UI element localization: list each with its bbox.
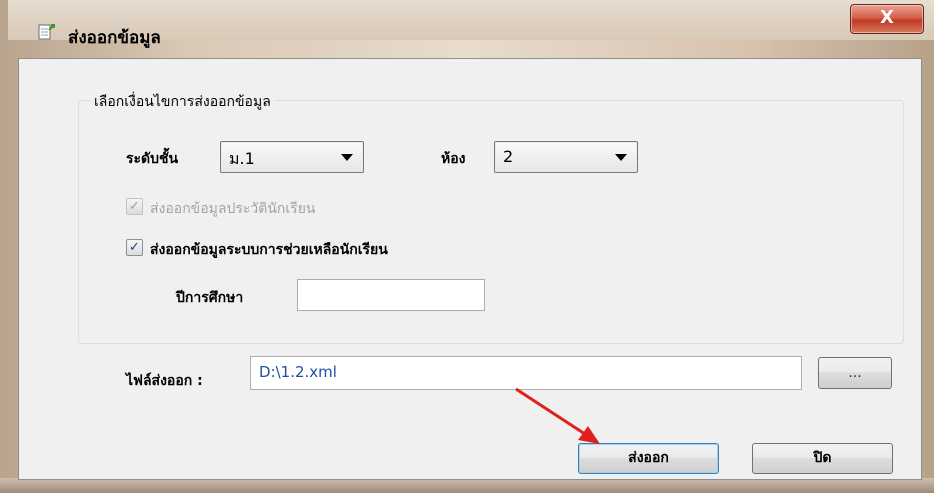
annotation-arrow-icon [515, 387, 600, 444]
